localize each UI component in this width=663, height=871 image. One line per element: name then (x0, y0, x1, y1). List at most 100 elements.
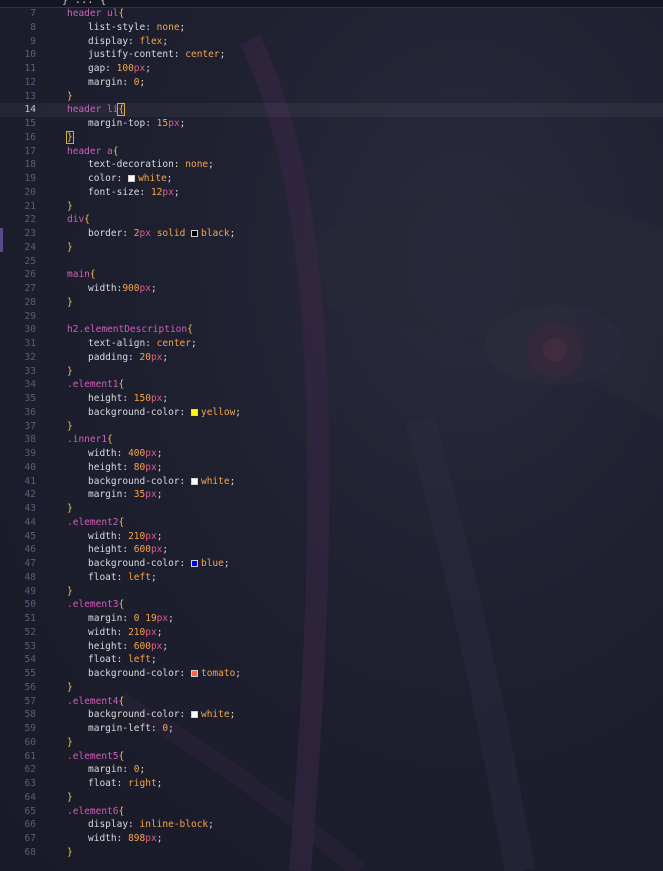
code-editor[interactable]: } ... { 7 header ul{8 list-style: none; 9 di… (0, 0, 663, 871)
code-line[interactable]: 58 background-color: white; (0, 708, 663, 722)
open-brace: { (118, 599, 125, 611)
code-line[interactable]: 18 text-decoration: none; (0, 158, 663, 172)
code-line[interactable]: 43} (0, 502, 663, 516)
code-line[interactable]: 31 text-align: center; (0, 337, 663, 351)
css-property: height: (88, 640, 129, 652)
color-swatch-icon[interactable] (190, 670, 198, 677)
code-line[interactable]: 36 background-color: yellow; (0, 406, 663, 420)
semicolon: ; (156, 833, 163, 844)
code-line[interactable]: 30 h2.elementDescription{ (0, 323, 663, 337)
css-property: justify-content: (88, 49, 180, 61)
color-swatch-icon[interactable] (191, 230, 199, 237)
code-line[interactable]: 8 list-style: none; (0, 21, 663, 35)
code-line[interactable]: 26 main{ (0, 268, 663, 282)
close-brace: } (67, 791, 73, 803)
code-line[interactable]: 46 height: 600px; (0, 543, 663, 557)
code-line[interactable]: 35 height: 150px; (0, 392, 663, 406)
code-line[interactable]: 62 margin: 0; (0, 763, 663, 777)
code-line[interactable]: 64} (0, 791, 663, 805)
color-swatch-icon[interactable] (190, 408, 198, 416)
code-text: } (67, 681, 73, 695)
code-line[interactable]: 32 padding: 20px; (0, 351, 663, 365)
code-text: display: inline-block; (67, 818, 214, 832)
code-line[interactable]: 63 float: right; (0, 777, 663, 791)
code-line[interactable]: 20 font-size: 12px; (0, 186, 663, 200)
code-text: width: 210px; (67, 530, 162, 544)
code-lines[interactable]: 7 header ul{8 list-style: none; 9 display: f… (0, 7, 663, 860)
code-line[interactable]: 45 width: 210px; (0, 530, 663, 544)
code-line[interactable]: 24} (0, 241, 663, 255)
code-line[interactable]: 61 .element5{ (0, 750, 663, 764)
code-line[interactable]: 59 margin-left: 0; (0, 722, 663, 736)
semicolon: ; (208, 819, 214, 831)
code-line[interactable]: 51 margin: 0 19px; (0, 612, 663, 626)
code-line[interactable]: 53 height: 600px; (0, 640, 663, 654)
code-line[interactable]: 55 background-color: tomato; (0, 667, 663, 681)
line-number: 66 (24, 819, 36, 831)
line-number: 16 (24, 131, 36, 143)
code-line[interactable]: 10 justify-content: center; (0, 48, 663, 62)
code-line[interactable]: 66 display: inline-block; (0, 818, 663, 832)
code-line[interactable]: 33} (0, 365, 663, 379)
code-line[interactable]: 57 .element4{ (0, 695, 663, 709)
line-number: 45 (24, 530, 36, 542)
code-line[interactable]: 21} (0, 200, 663, 214)
code-text: header li{ (67, 103, 126, 117)
code-line[interactable]: 16} (0, 130, 663, 145)
code-line[interactable]: 39 width: 400px; (0, 447, 663, 461)
code-line[interactable]: 67 width: 898px; (0, 832, 663, 846)
color-swatch-icon[interactable] (190, 477, 198, 485)
code-line[interactable]: 48 float: left; (0, 571, 663, 585)
code-line[interactable]: 50 .element3{ (0, 598, 663, 612)
code-line[interactable]: 54 float: left; (0, 653, 663, 667)
line-number: 57 (24, 695, 36, 707)
close-brace: } (67, 420, 73, 432)
code-line[interactable]: 38 .inner1{ (0, 433, 663, 447)
code-text: background-color: tomato; (67, 667, 241, 681)
code-line[interactable]: 68} (0, 846, 663, 860)
code-line[interactable]: 22 div{ (0, 213, 663, 227)
semicolon: ; (139, 764, 146, 776)
code-line[interactable]: 56} (0, 681, 663, 695)
code-line[interactable]: 44 .element2{ (0, 516, 663, 530)
code-line[interactable]: 34 .element1{ (0, 378, 663, 392)
line-number: 38 (24, 434, 36, 446)
code-line[interactable]: 9 display: flex; (0, 35, 663, 49)
code-line[interactable]: 37} (0, 420, 663, 434)
code-line[interactable]: 13} (0, 90, 663, 104)
css-property: margin: (88, 764, 129, 776)
code-line[interactable]: 12 margin: 0; (0, 76, 663, 90)
color-swatch-icon[interactable] (128, 175, 136, 182)
css-property: margin: (88, 76, 129, 88)
code-line[interactable]: 25 (0, 255, 663, 269)
code-text: width: 210px; (67, 626, 162, 640)
css-value: white (138, 173, 167, 184)
code-line[interactable]: 14 header li{ (0, 103, 663, 117)
code-line[interactable]: 7 header ul{ (0, 7, 663, 21)
code-line[interactable]: 42 margin: 35px; (0, 488, 663, 502)
code-line[interactable]: 41 background-color: white; (0, 475, 663, 489)
code-line[interactable]: 52 width: 210px; (0, 626, 663, 640)
code-line[interactable]: 27 width:900px; (0, 282, 663, 296)
code-line[interactable]: 29 (0, 310, 663, 324)
code-line[interactable]: 47 background-color: blue; (0, 557, 663, 571)
code-text: } (67, 791, 73, 805)
code-line[interactable]: 49} (0, 585, 663, 599)
code-line[interactable]: 15 margin-top: 15px; (0, 117, 663, 131)
semicolon: ; (168, 613, 174, 624)
code-line[interactable]: 17 header a{ (0, 145, 663, 159)
code-line[interactable]: 40 height: 80px; (0, 461, 663, 475)
code-text: main{ (67, 268, 96, 282)
code-line[interactable]: 28} (0, 296, 663, 310)
css-unit: px (162, 186, 174, 198)
code-line[interactable]: 11 gap: 100px; (0, 62, 663, 76)
color-swatch-icon[interactable] (190, 560, 198, 567)
color-swatch-icon[interactable] (190, 711, 198, 719)
code-line[interactable]: 23 border: 2px solid black; (0, 227, 663, 241)
open-brace: { (89, 269, 96, 281)
line-number: 23 (24, 228, 36, 239)
css-unit: px (139, 228, 151, 239)
code-line[interactable]: 60} (0, 736, 663, 750)
code-line[interactable]: 65 .element6{ (0, 805, 663, 819)
code-line[interactable]: 19 color: white; (0, 172, 663, 186)
